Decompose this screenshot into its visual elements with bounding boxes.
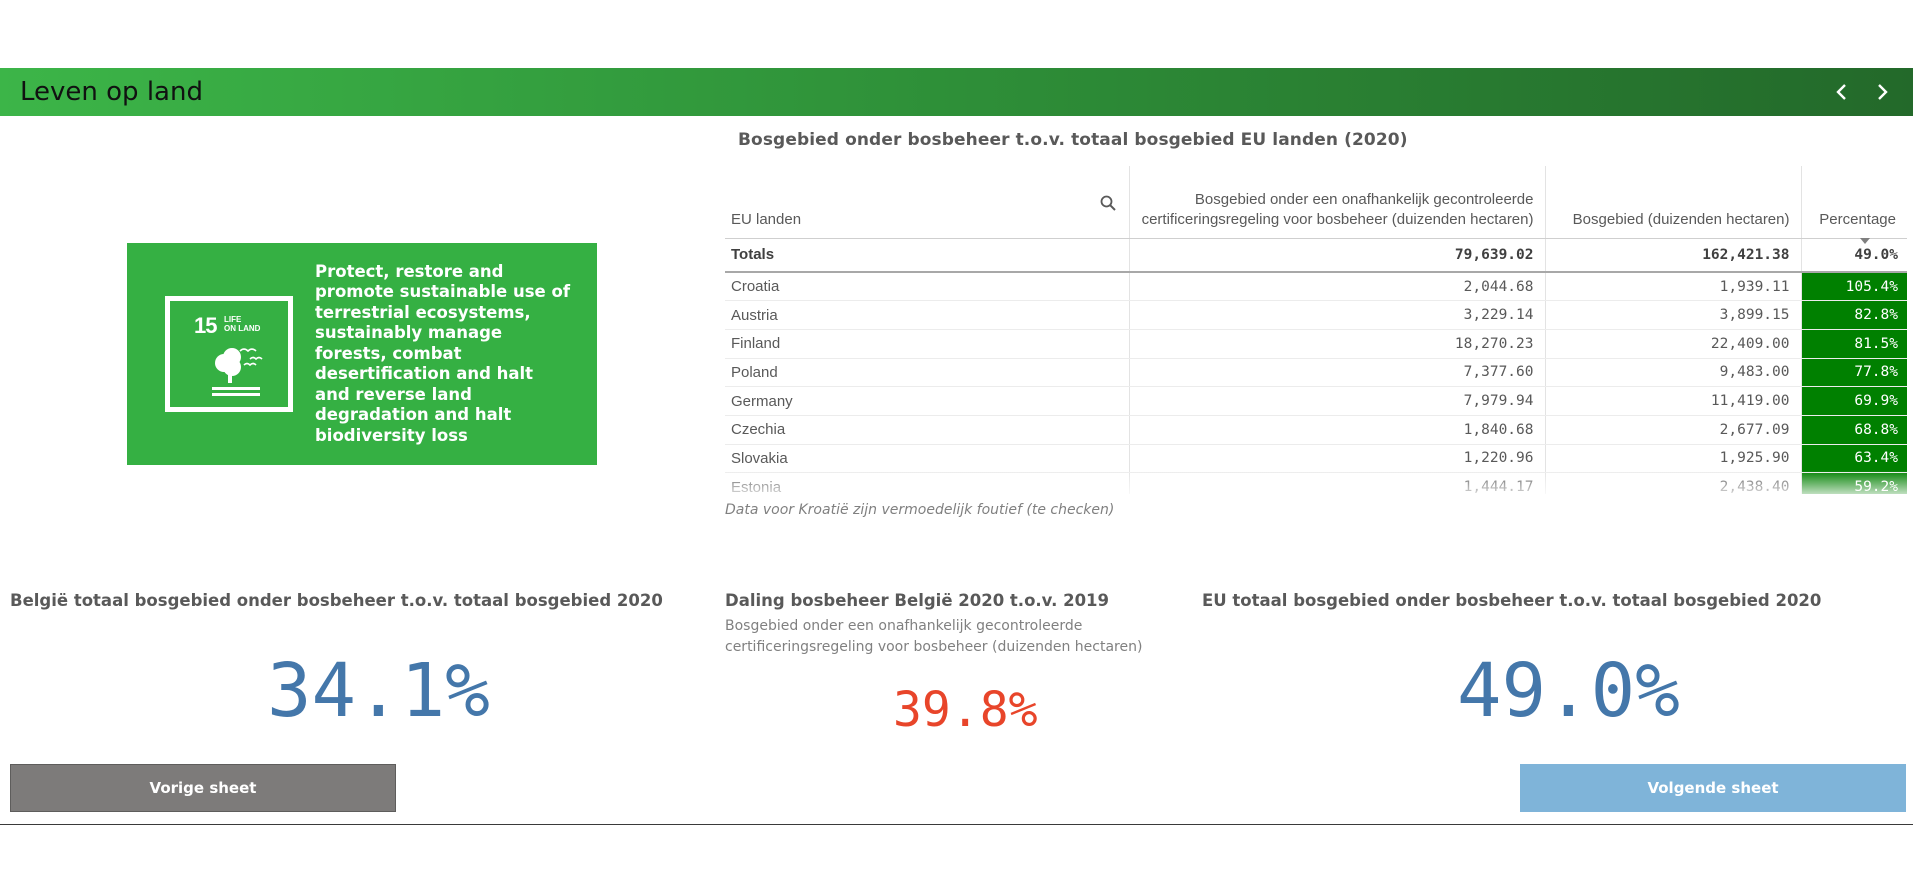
cell-percentage: 69.9% <box>1800 386 1907 416</box>
cell-percentage: 68.8% <box>1800 415 1907 445</box>
cell-percentage: 59.2% <box>1800 472 1907 494</box>
cell-certified: 3,229.14 <box>1128 300 1545 330</box>
cell-certified: 2,044.68 <box>1128 272 1545 302</box>
cell-area: 1,939.11 <box>1544 272 1801 302</box>
cell-country[interactable]: Poland <box>725 358 1129 388</box>
cell-country[interactable]: Croatia <box>725 272 1129 302</box>
cell-percentage: 105.4% <box>1800 272 1907 302</box>
table-row[interactable]: Germany 7,979.94 11,419.00 69.9% <box>725 386 1907 416</box>
cell-certified: 7,979.94 <box>1128 386 1545 416</box>
sheet-title: Leven op land <box>20 77 203 107</box>
cell-country[interactable]: Czechia <box>725 415 1129 445</box>
totals-area: 162,421.38 <box>1544 238 1801 273</box>
column-header-percentage[interactable]: Percentage <box>1800 166 1907 244</box>
sdg-description: Protect, restore and promote sustainable… <box>315 261 571 445</box>
cell-area: 9,483.00 <box>1544 358 1801 388</box>
chevron-left-icon[interactable] <box>1833 81 1851 103</box>
kpi-decline-subtitle: Bosgebied onder een onafhankelijk gecont… <box>725 618 1143 655</box>
kpi-decline-title: Daling bosbeheer België 2020 t.o.v. 2019 <box>725 591 1110 610</box>
cell-percentage: 63.4% <box>1800 444 1907 474</box>
next-sheet-button[interactable]: Volgende sheet <box>1520 764 1906 812</box>
table-title: Bosgebied onder bosbeheer t.o.v. totaal … <box>738 130 1408 150</box>
table-row[interactable]: Slovakia 1,220.96 1,925.90 63.4% <box>725 444 1907 474</box>
cell-area: 11,419.00 <box>1544 386 1801 416</box>
table-row[interactable]: Croatia 2,044.68 1,939.11 105.4% <box>725 272 1907 302</box>
life-on-land-icon: 15 LIFE ON LAND <box>165 296 293 412</box>
search-icon[interactable] <box>1099 194 1117 212</box>
cell-country[interactable]: Germany <box>725 386 1129 416</box>
kpi-belgium-title: België totaal bosgebied onder bosbeheer … <box>10 591 663 610</box>
totals-certified: 79,639.02 <box>1128 238 1545 273</box>
cell-certified: 1,220.96 <box>1128 444 1545 474</box>
previous-sheet-button[interactable]: Vorige sheet <box>10 764 396 812</box>
column-header-area[interactable]: Bosgebied (duizenden hectaren) <box>1544 166 1801 239</box>
cell-country[interactable]: Slovakia <box>725 444 1129 474</box>
table-row[interactable]: Austria 3,229.14 3,899.15 82.8% <box>725 300 1907 330</box>
kpi-belgium-value: 34.1% <box>267 648 490 734</box>
totals-percentage: 49.0% <box>1800 238 1907 273</box>
sheet-navigation <box>1833 81 1913 103</box>
sdg-15-image: 15 LIFE ON LAND Protect, restore and prom… <box>127 243 597 465</box>
cell-certified: 7,377.60 <box>1128 358 1545 388</box>
column-header-certified[interactable]: Bosgebied onder een onafhankelijk gecont… <box>1128 166 1545 239</box>
totals-label: Totals <box>725 238 1129 273</box>
forest-table[interactable]: EU landen Bosgebied onder een onafhankel… <box>725 166 1907 494</box>
cell-country[interactable]: Estonia <box>725 472 1129 494</box>
cell-area: 1,925.90 <box>1544 444 1801 474</box>
table-row[interactable]: Estonia 1,444.17 2,438.40 59.2% <box>725 472 1907 494</box>
next-sheet-label: Volgende sheet <box>1647 779 1779 797</box>
sheet-header: Leven op land <box>0 68 1913 116</box>
cell-area: 2,438.40 <box>1544 472 1801 494</box>
table-row[interactable]: Czechia 1,840.68 2,677.09 68.8% <box>725 415 1907 445</box>
cell-country[interactable]: Austria <box>725 300 1129 330</box>
cell-percentage: 82.8% <box>1800 300 1907 330</box>
cell-percentage: 77.8% <box>1800 358 1907 388</box>
chevron-right-icon[interactable] <box>1873 81 1891 103</box>
sdg-number: 15 <box>194 313 218 338</box>
cell-certified: 1,840.68 <box>1128 415 1545 445</box>
cell-area: 22,409.00 <box>1544 329 1801 359</box>
table-row[interactable]: Poland 7,377.60 9,483.00 77.8% <box>725 358 1907 388</box>
cell-certified: 18,270.23 <box>1128 329 1545 359</box>
cell-area: 2,677.09 <box>1544 415 1801 445</box>
table-footnote: Data voor Kroatië zijn vermoedelijk fout… <box>725 502 1115 518</box>
totals-row: Totals 79,639.02 162,421.38 49.0% <box>725 238 1907 273</box>
sort-descending-icon <box>1859 238 1870 244</box>
cell-country[interactable]: Finland <box>725 329 1129 359</box>
previous-sheet-label: Vorige sheet <box>149 779 257 797</box>
kpi-eu-title: EU totaal bosgebied onder bosbeheer t.o.… <box>1202 591 1822 610</box>
cell-area: 3,899.15 <box>1544 300 1801 330</box>
kpi-decline-value: 39.8% <box>893 682 1038 738</box>
column-header-country[interactable]: EU landen <box>725 166 1129 239</box>
sdg-label: LIFE ON LAND <box>224 315 261 333</box>
tree-icon <box>212 348 263 396</box>
cell-certified: 1,444.17 <box>1128 472 1545 494</box>
kpi-eu-value: 49.0% <box>1457 648 1680 734</box>
cell-percentage: 81.5% <box>1800 329 1907 359</box>
table-row[interactable]: Finland 18,270.23 22,409.00 81.5% <box>725 329 1907 359</box>
divider <box>0 824 1913 825</box>
